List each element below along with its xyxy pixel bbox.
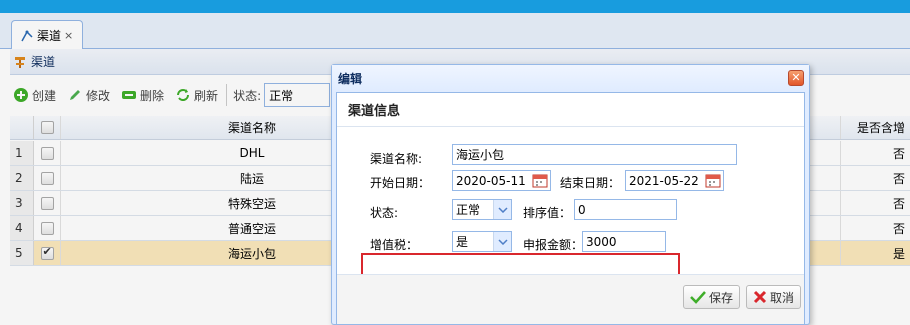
panel-title: 渠道 — [31, 55, 56, 69]
check-icon — [690, 291, 706, 304]
end-date-input[interactable]: 2021-05-22 — [625, 170, 724, 191]
channel-icon — [21, 30, 33, 41]
vat-label: 增值税： — [370, 238, 419, 252]
refresh-icon — [177, 89, 190, 101]
vat-select[interactable]: 是 — [452, 231, 512, 252]
create-button[interactable]: 创建 — [13, 87, 56, 104]
state-label: 状态: — [370, 206, 399, 220]
status-filter-select[interactable]: 正常 — [264, 83, 331, 107]
delete-label: 删除 — [140, 88, 165, 103]
tab-close-icon[interactable]: × — [64, 29, 73, 42]
delete-button[interactable]: 删除 — [121, 87, 164, 104]
cancel-icon — [753, 290, 767, 304]
amount-label: 申报金额： — [523, 238, 584, 252]
status-filter-label: 状态: — [233, 88, 262, 103]
dialog-footer: 保存 取消 — [337, 274, 804, 324]
row-checkbox[interactable] — [34, 216, 61, 240]
refresh-button[interactable]: 刷新 — [175, 87, 218, 104]
sort-input[interactable]: 0 — [574, 199, 677, 220]
channel-name-input[interactable]: 海运小包 — [452, 144, 737, 165]
chevron-down-icon[interactable] — [493, 200, 511, 219]
row-number: 2 — [10, 166, 34, 190]
top-bar — [0, 0, 910, 13]
save-label: 保存 — [709, 290, 734, 305]
cancel-button[interactable]: 取消 — [746, 285, 802, 309]
amount-input[interactable]: 3000 — [582, 231, 666, 252]
row-number: 1 — [10, 141, 34, 165]
cancel-label: 取消 — [770, 290, 795, 305]
refresh-label: 刷新 — [194, 88, 219, 103]
create-label: 创建 — [32, 88, 57, 103]
tab-channel[interactable]: 渠道 × — [11, 20, 83, 50]
calendar-icon[interactable] — [531, 172, 549, 189]
pencil-icon — [70, 90, 81, 100]
row-vat: 是 — [840, 241, 910, 265]
channel-name-label: 渠道名称: — [370, 152, 423, 166]
dialog-title: 编辑 — [332, 65, 809, 91]
edit-label: 修改 — [86, 88, 111, 103]
row-number-header — [10, 116, 34, 139]
tab-strip: 渠道 × — [0, 13, 910, 50]
panel-icon — [15, 56, 25, 68]
section-title: 渠道信息 — [337, 93, 804, 127]
save-button[interactable]: 保存 — [683, 285, 741, 309]
tab-label: 渠道 — [37, 29, 62, 43]
sort-label: 排序值： — [523, 206, 572, 220]
edit-button[interactable]: 修改 — [67, 87, 110, 104]
row-vat: 否 — [840, 191, 910, 215]
row-number: 3 — [10, 191, 34, 215]
dialog-body: 渠道信息 渠道名称: 海运小包 开始日期： 2020-05-11 结束日期： 2… — [336, 92, 805, 324]
calendar-icon[interactable] — [704, 172, 722, 189]
close-icon[interactable]: ✕ — [788, 70, 804, 86]
column-header-vat[interactable]: 是否含增 — [840, 116, 910, 139]
start-date-label: 开始日期： — [370, 176, 431, 190]
row-checkbox[interactable] — [34, 141, 61, 165]
row-checkbox[interactable] — [34, 241, 61, 265]
toolbar-divider — [226, 84, 228, 106]
start-date-input[interactable]: 2020-05-11 — [452, 170, 551, 191]
row-vat: 否 — [840, 216, 910, 240]
select-all-checkbox[interactable] — [34, 116, 61, 139]
row-checkbox[interactable] — [34, 166, 61, 190]
edit-dialog: 编辑 ✕ 渠道信息 渠道名称: 海运小包 开始日期： 2020-05-11 结束… — [331, 64, 810, 325]
row-number: 4 — [10, 216, 34, 240]
end-date-label: 结束日期： — [560, 176, 621, 190]
state-select[interactable]: 正常 — [452, 199, 512, 220]
minus-icon — [122, 91, 137, 99]
row-checkbox[interactable] — [34, 191, 61, 215]
row-vat: 否 — [840, 166, 910, 190]
row-number: 5 — [10, 241, 34, 265]
row-vat: 否 — [840, 141, 910, 165]
chevron-down-icon[interactable] — [493, 232, 511, 251]
add-icon — [14, 88, 28, 102]
